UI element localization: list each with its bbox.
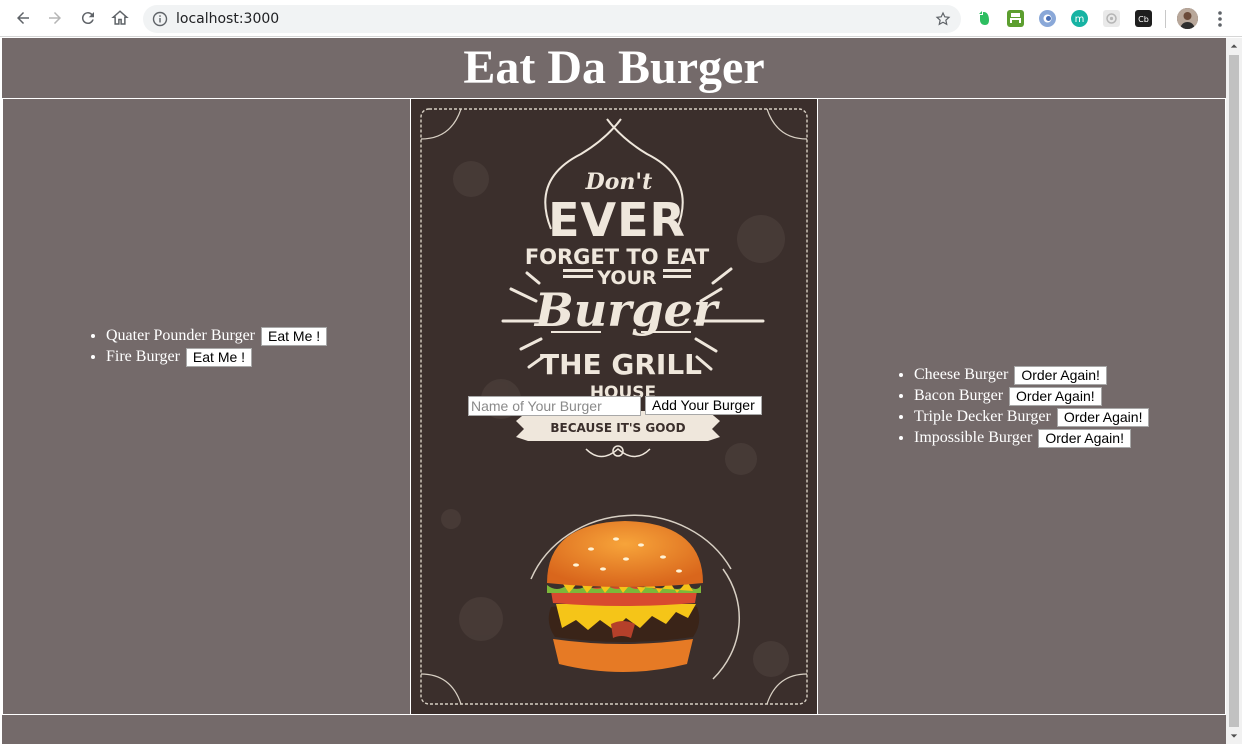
devour-column — [2, 98, 411, 715]
poster-column: Don't EVER FORGET TO EAT YOUR Burger THE… — [410, 98, 818, 715]
poster-line-burger: Burger — [533, 283, 721, 337]
evernote-icon[interactable] — [975, 10, 992, 27]
poster-line-ever: EVER — [548, 193, 686, 247]
back-icon[interactable] — [11, 6, 35, 30]
home-icon[interactable] — [108, 6, 132, 30]
page-scrollbar[interactable] — [1226, 38, 1242, 744]
reload-icon[interactable] — [76, 6, 100, 30]
svg-text:Cb: Cb — [1138, 15, 1149, 24]
settings-extension-icon[interactable] — [1103, 10, 1120, 27]
burger-name: Impossible Burger — [914, 429, 1033, 446]
order-again-button[interactable]: Order Again! — [1056, 407, 1150, 427]
eat-me-button[interactable]: Eat Me ! — [185, 347, 253, 367]
moment-icon[interactable]: m — [1071, 10, 1088, 27]
burger-name: Bacon Burger — [914, 387, 1004, 404]
list-item: Cheese Burger Order Again! — [914, 364, 1149, 385]
page-viewport: Eat Da Burger Don't EVER FORGET TO EAT Y… — [2, 38, 1226, 744]
order-again-button[interactable]: Order Again! — [1009, 386, 1102, 406]
print-icon[interactable] — [1007, 10, 1024, 27]
burger-name: Quater Pounder Burger — [106, 327, 255, 344]
order-again-button[interactable]: Order Again! — [1038, 428, 1131, 448]
url-text[interactable]: localhost:3000 — [176, 11, 279, 27]
profile-avatar[interactable] — [1177, 8, 1198, 29]
list-item: Triple Decker Burger Order Again! — [914, 406, 1150, 427]
browser-toolbar: localhost:3000 m Cb — [0, 0, 1242, 37]
poster-line-forget: FORGET TO EAT — [525, 245, 710, 269]
extension-icon[interactable] — [1039, 10, 1056, 27]
poster-line-dont: Don't — [585, 169, 653, 195]
scroll-down-icon[interactable] — [1226, 728, 1242, 744]
list-item: Bacon Burger Order Again! — [914, 385, 1149, 406]
order-again-button[interactable]: Order Again! — [1014, 365, 1107, 385]
list-item: Impossible Burger Order Again! — [914, 427, 1149, 448]
forward-icon[interactable] — [43, 6, 67, 30]
list-item: Quater Pounder Burger Eat Me ! — [106, 325, 328, 346]
burger-name-input[interactable] — [468, 396, 641, 416]
poster-line-grill: THE GRILL — [540, 348, 702, 381]
eat-me-button[interactable]: Eat Me ! — [261, 326, 328, 346]
scroll-thumb[interactable] — [1229, 55, 1239, 727]
toolbar-separator — [1165, 10, 1166, 28]
burger-name: Cheese Burger — [914, 366, 1009, 383]
address-bar[interactable]: localhost:3000 — [143, 5, 961, 33]
burger-name: Fire Burger — [106, 348, 180, 365]
add-burger-button[interactable]: Add Your Burger — [645, 396, 762, 415]
more-menu-icon[interactable] — [1212, 9, 1228, 29]
info-icon[interactable] — [152, 11, 168, 27]
list-item: Fire Burger Eat Me ! — [106, 346, 327, 367]
cb-icon[interactable]: Cb — [1135, 10, 1152, 27]
page-title: Eat Da Burger — [463, 41, 765, 94]
poster-line-because: BECAUSE IT'S GOOD — [550, 421, 685, 435]
add-burger-form: Add Your Burger — [468, 396, 762, 416]
devour-list: Quater Pounder Burger Eat Me ! Fire Burg… — [106, 325, 328, 367]
scroll-up-icon[interactable] — [1226, 38, 1242, 54]
svg-text:m: m — [1075, 14, 1085, 25]
star-icon[interactable] — [935, 11, 951, 27]
eaten-list: Cheese Burger Order Again! Bacon Burger … — [914, 364, 1150, 448]
burger-name: Triple Decker Burger — [914, 408, 1051, 425]
